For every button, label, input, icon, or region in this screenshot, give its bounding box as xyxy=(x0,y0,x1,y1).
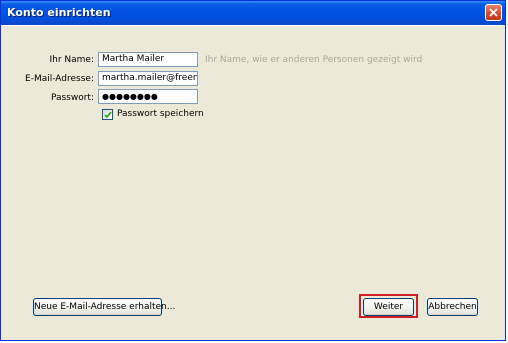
save-password-checkbox[interactable] xyxy=(102,109,113,120)
name-hint: Ihr Name, wie er anderen Personen gezeig… xyxy=(205,55,423,65)
cancel-button[interactable]: Abbrechen xyxy=(427,298,478,316)
new-email-address-button[interactable]: Neue E-Mail-Adresse erhalten... xyxy=(33,298,175,316)
close-button[interactable] xyxy=(485,4,502,21)
dialog-window: Konto einrichten Ihr Name: Martha Mailer… xyxy=(0,0,506,341)
close-icon xyxy=(489,8,498,17)
name-label: Ihr Name: xyxy=(49,55,94,65)
password-input[interactable]: ●●●●●●●● xyxy=(98,89,198,104)
title-bar[interactable]: Konto einrichten xyxy=(1,1,505,25)
name-input[interactable]: Martha Mailer xyxy=(98,52,198,67)
window-title: Konto einrichten xyxy=(7,6,111,19)
password-label: Passwort: xyxy=(50,93,94,103)
dialog-content: Ihr Name: Martha Mailer Ihr Name, wie er… xyxy=(4,25,502,339)
next-button[interactable]: Weiter xyxy=(363,298,414,316)
email-label: E-Mail-Adresse: xyxy=(25,74,94,84)
checkmark-icon xyxy=(104,111,112,119)
email-input[interactable]: martha.mailer@freenet. xyxy=(98,71,198,86)
save-password-label[interactable]: Passwort speichern xyxy=(117,109,204,119)
